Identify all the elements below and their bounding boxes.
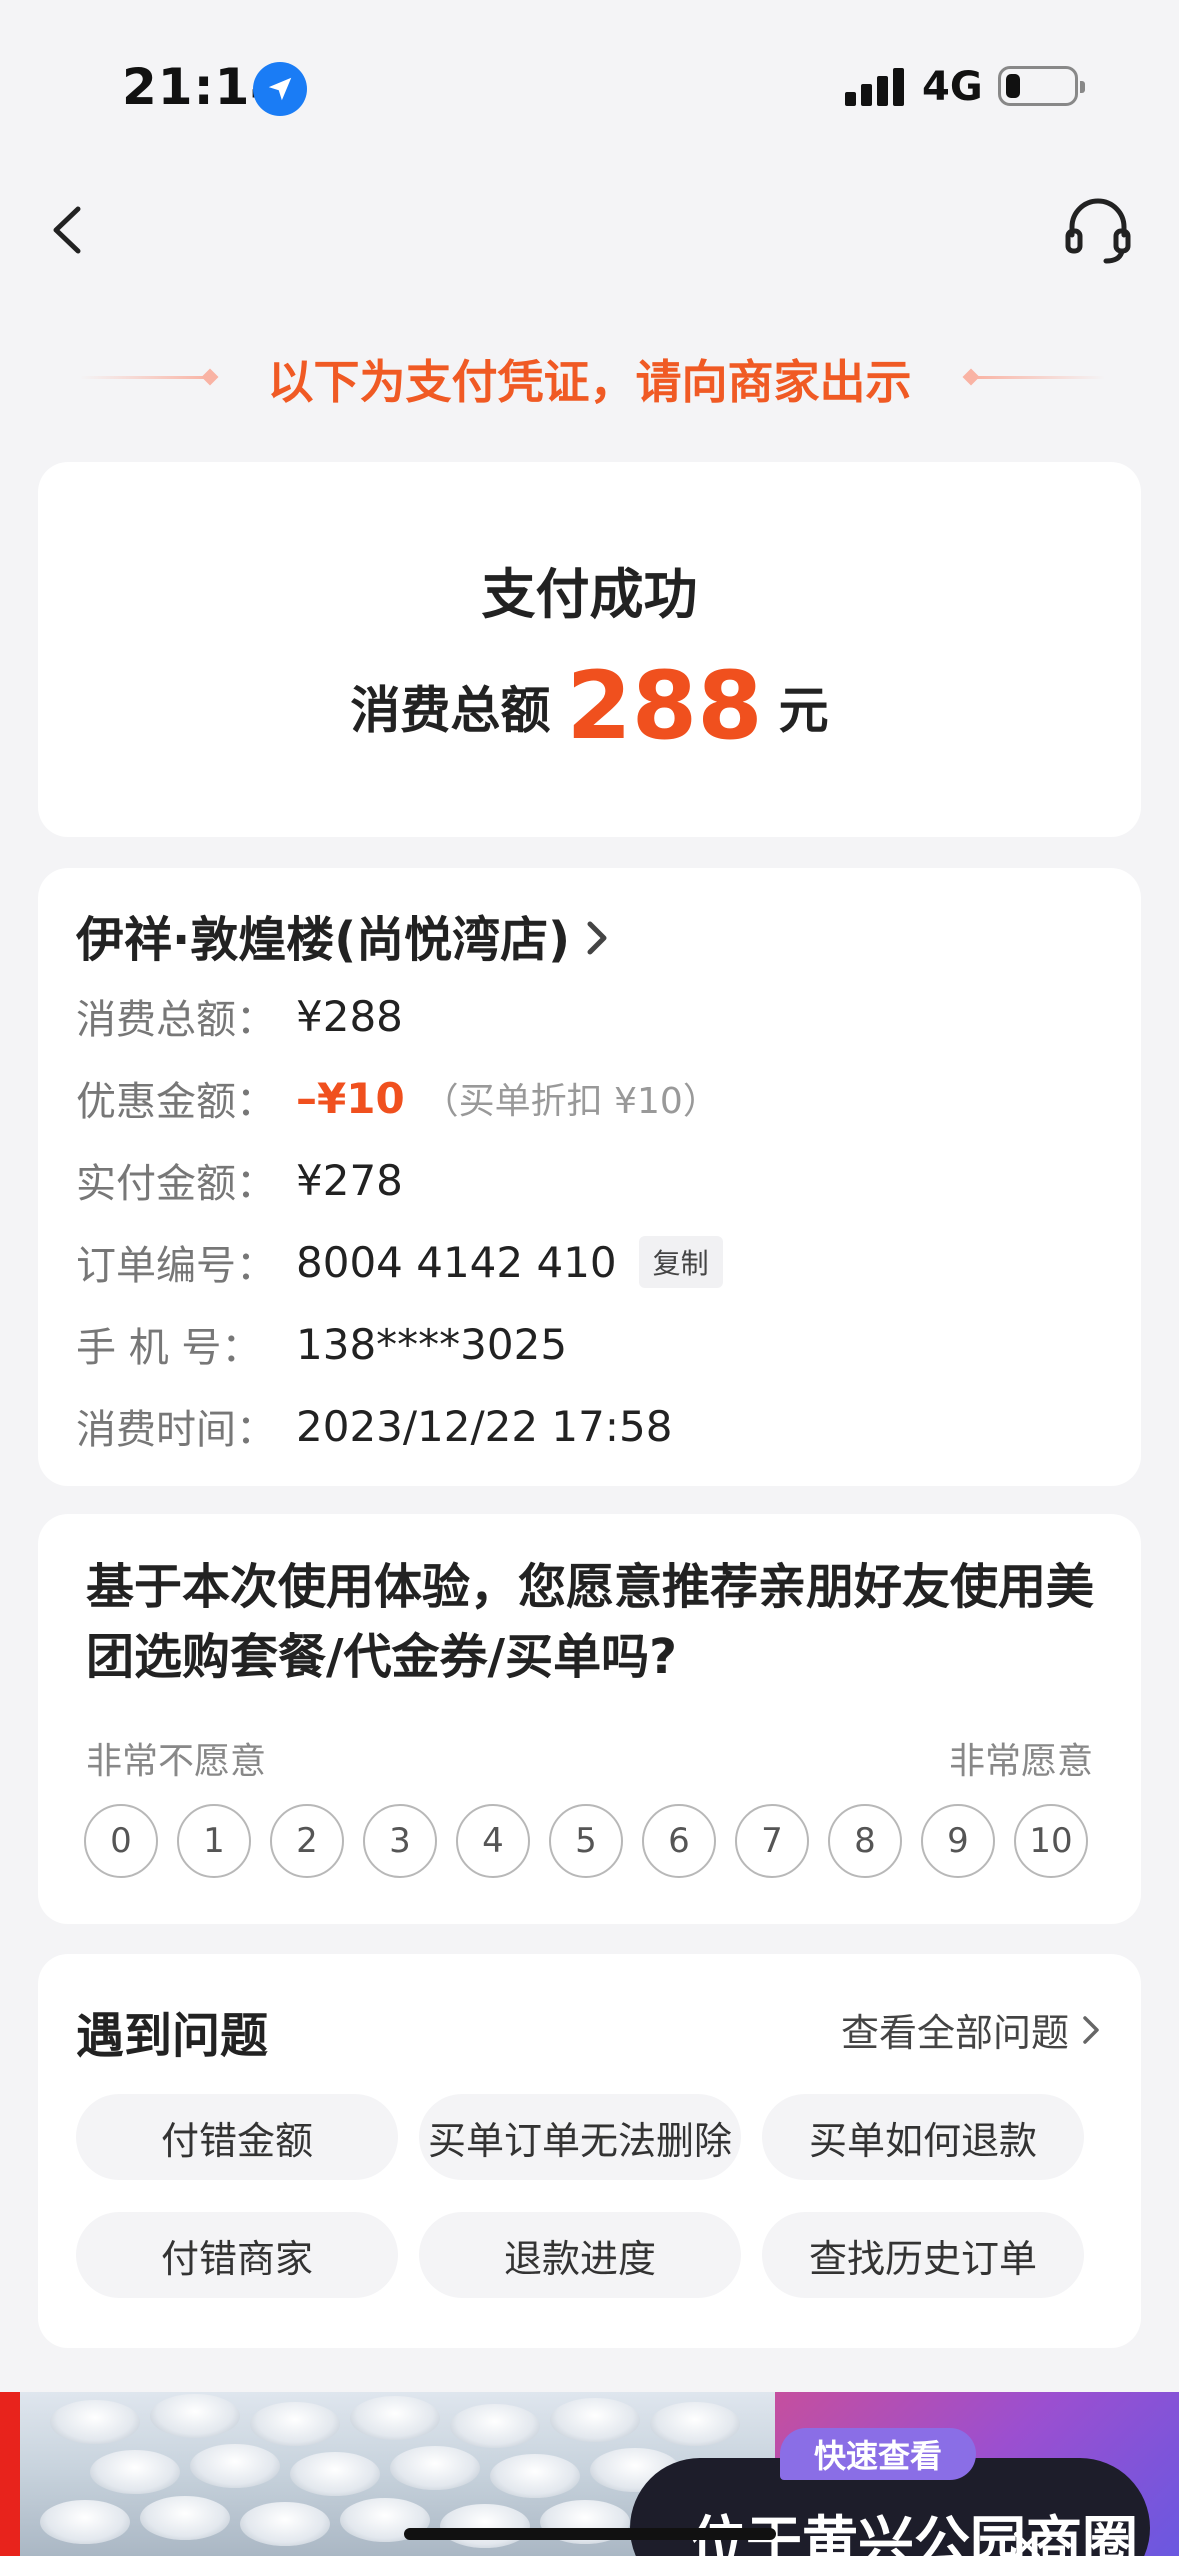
headset-icon <box>1065 198 1131 264</box>
score-option[interactable]: 9 <box>921 1804 995 1878</box>
faq-title: 遇到问题 <box>76 2008 269 2064</box>
total-amount-line: 消费总额 288 元 <box>38 652 1141 761</box>
score-option[interactable]: 10 <box>1014 1804 1088 1878</box>
score-option[interactable]: 3 <box>363 1804 437 1878</box>
faq-item[interactable]: 买单订单无法删除 <box>419 2094 741 2180</box>
signal-icon <box>845 66 905 106</box>
info-row-paid: 实付金额： ¥278 <box>76 1155 403 1208</box>
discount-value: –¥10 <box>296 1073 405 1123</box>
status-bar: 21:14 4G <box>0 0 1179 170</box>
faq-item[interactable]: 付错商家 <box>76 2212 398 2298</box>
location-arrow-icon <box>253 62 307 116</box>
faq-item[interactable]: 查找历史订单 <box>762 2212 1084 2298</box>
total-unit: 元 <box>778 681 829 740</box>
order-detail-card: 伊祥·敦煌楼(尚悦湾店) 消费总额： ¥288 优惠金额： –¥10 （买单折扣… <box>38 868 1141 1486</box>
order-number: 8004 4142 410 <box>296 1237 617 1287</box>
score-option[interactable]: 5 <box>549 1804 623 1878</box>
shop-link[interactable]: 伊祥·敦煌楼(尚悦湾店) <box>76 900 610 970</box>
payment-success-title: 支付成功 <box>481 563 698 626</box>
score-option[interactable]: 7 <box>735 1804 809 1878</box>
info-row-time: 消费时间： 2023/12/22 17:58 <box>76 1401 673 1454</box>
copy-order-number-button[interactable]: 复制 <box>638 1236 723 1288</box>
back-button[interactable] <box>40 195 100 265</box>
info-row-phone: 手 机 号： 138****3025 <box>76 1319 568 1372</box>
voucher-notice-text: 以下为支付凭证，请向商家出示 <box>267 355 912 409</box>
score-option[interactable]: 6 <box>642 1804 716 1878</box>
score-option[interactable]: 0 <box>84 1804 158 1878</box>
total-label: 消费总额 <box>350 681 551 740</box>
survey-high-label: 非常愿意 <box>948 1741 1093 1782</box>
back-chevron-icon <box>53 206 81 254</box>
survey-low-label: 非常不愿意 <box>86 1741 267 1782</box>
discount-note: （买单折扣 ¥10） <box>422 1081 719 1122</box>
chevron-right-icon <box>587 921 607 955</box>
shop-name: 伊祥·敦煌楼(尚悦湾店) <box>76 912 571 968</box>
customer-service-button[interactable] <box>1062 195 1134 267</box>
faq-card: 遇到问题 查看全部问题 付错金额 买单订单无法删除 买单如何退款 付错商家 退款… <box>38 1954 1141 2348</box>
voucher-notice: 以下为支付凭证，请向商家出示 <box>0 340 1179 410</box>
faq-item[interactable]: 买单如何退款 <box>762 2094 1084 2180</box>
score-option[interactable]: 1 <box>177 1804 251 1878</box>
score-option[interactable]: 4 <box>456 1804 530 1878</box>
battery-icon <box>998 66 1085 106</box>
faq-item[interactable]: 退款进度 <box>419 2212 741 2298</box>
score-option[interactable]: 2 <box>270 1804 344 1878</box>
view-all-questions-link[interactable]: 查看全部问题 <box>841 2002 1101 2057</box>
network-type: 4G <box>922 64 983 110</box>
score-options: 0 1 2 3 4 5 6 7 8 9 10 <box>84 1804 1096 1884</box>
banner-tag: 快速查看 <box>780 2428 977 2480</box>
recommend-survey-card: 基于本次使用体验，您愿意推荐亲朋好友使用美团选购套餐/代金券/买单吗? 非常不愿… <box>38 1514 1141 1924</box>
info-row-order-number: 订单编号： 8004 4142 410 复制 <box>76 1232 723 1292</box>
banner-headline: 位于黄兴公园商圈 <box>690 2511 1138 2556</box>
info-row-total: 消费总额： ¥288 <box>76 991 403 1044</box>
payment-success-card: 支付成功 消费总额 288 元 <box>38 462 1141 837</box>
total-amount: 288 <box>566 652 763 761</box>
score-option[interactable]: 8 <box>828 1804 902 1878</box>
close-icon[interactable] <box>1010 2530 1044 2556</box>
home-indicator <box>404 2528 776 2540</box>
faq-item[interactable]: 付错金额 <box>76 2094 398 2180</box>
survey-question: 基于本次使用体验，您愿意推荐亲朋好友使用美团选购套餐/代金券/买单吗? <box>86 1559 1095 1685</box>
info-row-discount: 优惠金额： –¥10 （买单折扣 ¥10） <box>76 1073 719 1126</box>
chevron-right-icon <box>1083 2015 1099 2044</box>
